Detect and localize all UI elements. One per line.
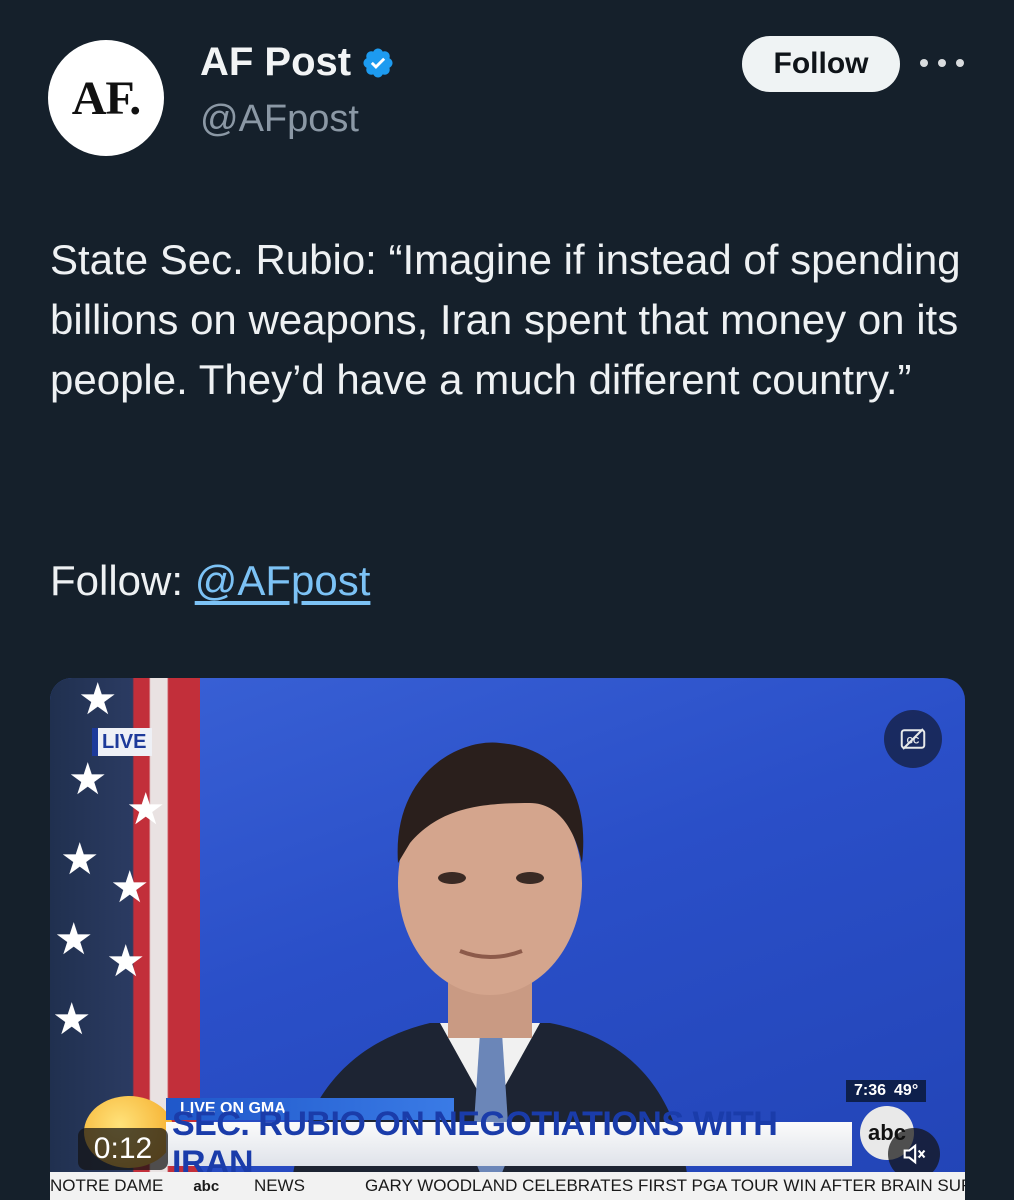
flag-star: ★ <box>60 835 100 884</box>
flag-star: ★ <box>52 995 92 1044</box>
author-handle[interactable]: @AFpost <box>200 98 359 141</box>
follow-button[interactable]: Follow <box>742 36 900 92</box>
flag-star: ★ <box>68 755 108 804</box>
lower-third-headline: SEC. RUBIO ON NEGOTIATIONS WITH IRAN <box>166 1105 852 1182</box>
news-ticker: NOTRE DAME abc NEWS GARY WOODLAND CELEBR… <box>50 1172 965 1200</box>
ticker-item: GARY WOODLAND CELEBRATES FIRST PGA TOUR … <box>364 1176 965 1195</box>
clock-temperature: 49° <box>894 1082 919 1099</box>
ticker-network-logo: abc <box>193 1178 220 1195</box>
flag-star: ★ <box>54 915 94 964</box>
flag-star: ★ <box>126 785 166 834</box>
avatar-text: AF. <box>71 71 142 125</box>
lower-third: LIVE ON GMA SEC. RUBIO ON NEGOTIATIONS W… <box>50 1080 965 1200</box>
display-name[interactable]: AF Post <box>200 40 351 85</box>
flag-star: ★ <box>78 678 118 724</box>
author-avatar[interactable]: AF. <box>48 40 164 156</box>
live-badge: LIVE <box>92 728 153 756</box>
ticker-network: abc NEWS <box>193 1176 335 1196</box>
elapsed-time: 0:12 <box>78 1128 168 1170</box>
clock-time: 7:36 <box>854 1082 887 1099</box>
more-options-icon[interactable] <box>920 48 964 78</box>
cc-glyph-icon: CC <box>900 728 926 750</box>
clock-weather: 7:36 49° <box>846 1080 927 1102</box>
verified-badge-icon <box>363 47 393 78</box>
flag-star: ★ <box>106 937 146 986</box>
follow-prefix: Follow: <box>50 557 195 604</box>
ticker-item: NOTRE DAME <box>50 1176 164 1195</box>
flag-star: ★ <box>110 863 150 912</box>
tweet-follow-line: Follow: @AFpost <box>50 557 370 605</box>
video-player[interactable]: ★ ★ ★ ★ ★ ★ ★ ★ LIVE CC LIVE ON GMA SEC.… <box>50 678 965 1200</box>
tweet-text: State Sec. Rubio: “Imagine if instead of… <box>50 236 961 403</box>
closed-captions-icon[interactable]: CC <box>884 710 942 768</box>
author-name-row: AF Post <box>200 40 395 85</box>
ticker-item: NEWS <box>253 1176 305 1195</box>
mention-link[interactable]: @AFpost <box>195 557 371 604</box>
muted-speaker-icon <box>903 1143 926 1165</box>
